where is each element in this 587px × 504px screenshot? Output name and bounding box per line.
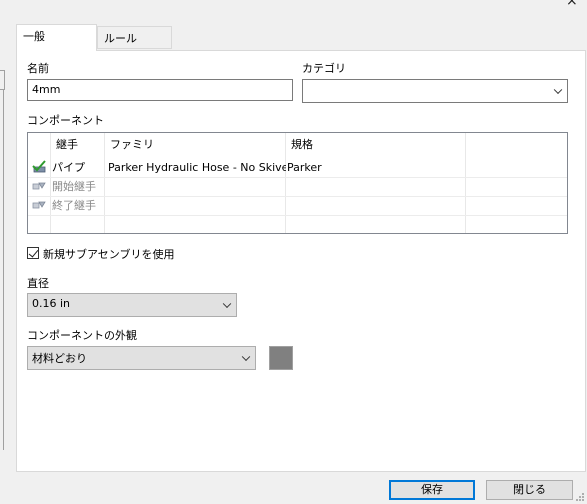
checkmark-icon xyxy=(28,247,39,258)
category-dropdown[interactable] xyxy=(302,79,568,103)
chevron-down-icon xyxy=(553,85,563,95)
pipe-check-icon xyxy=(32,160,46,173)
appearance-value: 材料どおり xyxy=(32,352,87,365)
name-input-value: 4mm xyxy=(32,83,61,96)
save-button[interactable]: 保存 xyxy=(389,480,475,500)
tab-rules[interactable]: ルール xyxy=(97,26,172,49)
left-frame-notch xyxy=(0,70,5,90)
diameter-value: 0.16 in xyxy=(32,297,71,310)
tab-rules-label: ルール xyxy=(104,32,137,45)
resize-grip-icon[interactable] xyxy=(575,492,585,502)
name-input[interactable]: 4mm xyxy=(27,79,293,101)
appearance-label: コンポーネントの外観 xyxy=(27,329,137,342)
family-cell: Parker Hydraulic Hose - No Skive xyxy=(108,161,286,174)
new-subassembly-checkbox[interactable] xyxy=(27,247,39,259)
standard-cell: Parker xyxy=(287,161,322,174)
column-header-joint[interactable]: 継手 xyxy=(56,133,78,157)
components-grid: 継手 ファミリ 規格 パイプ Parker Hydraulic Hose - N… xyxy=(27,132,568,234)
diameter-label: 直径 xyxy=(27,277,49,290)
joint-cell: 開始継手 xyxy=(52,180,96,193)
column-header-family[interactable]: ファミリ xyxy=(110,133,154,157)
close-button[interactable]: 閉じる xyxy=(486,480,573,500)
table-row[interactable]: 開始継手 xyxy=(28,177,567,197)
new-subassembly-label[interactable]: 新規サブアセンブリを使用 xyxy=(43,246,174,262)
tab-general[interactable]: 一般 xyxy=(16,24,97,51)
start-fitting-icon xyxy=(32,182,46,190)
category-label: カテゴリ xyxy=(302,62,346,75)
column-header-standard[interactable]: 規格 xyxy=(291,133,313,157)
chevron-down-icon xyxy=(222,299,232,309)
left-frame-edge xyxy=(0,70,4,450)
diameter-dropdown[interactable]: 0.16 in xyxy=(27,293,237,317)
appearance-dropdown[interactable]: 材料どおり xyxy=(27,346,256,370)
table-row[interactable]: パイプ Parker Hydraulic Hose - No Skive Par… xyxy=(28,158,567,178)
end-fitting-icon xyxy=(32,201,46,209)
appearance-color-swatch[interactable] xyxy=(269,346,293,370)
table-row[interactable]: 終了継手 xyxy=(28,196,567,216)
components-label: コンポーネント xyxy=(27,114,104,127)
name-label: 名前 xyxy=(27,62,49,75)
tab-general-label: 一般 xyxy=(23,30,45,43)
joint-cell: 終了継手 xyxy=(52,199,96,212)
close-window-icon[interactable]: × xyxy=(566,0,582,10)
joint-cell: パイプ xyxy=(52,161,85,174)
chevron-down-icon xyxy=(241,352,251,362)
